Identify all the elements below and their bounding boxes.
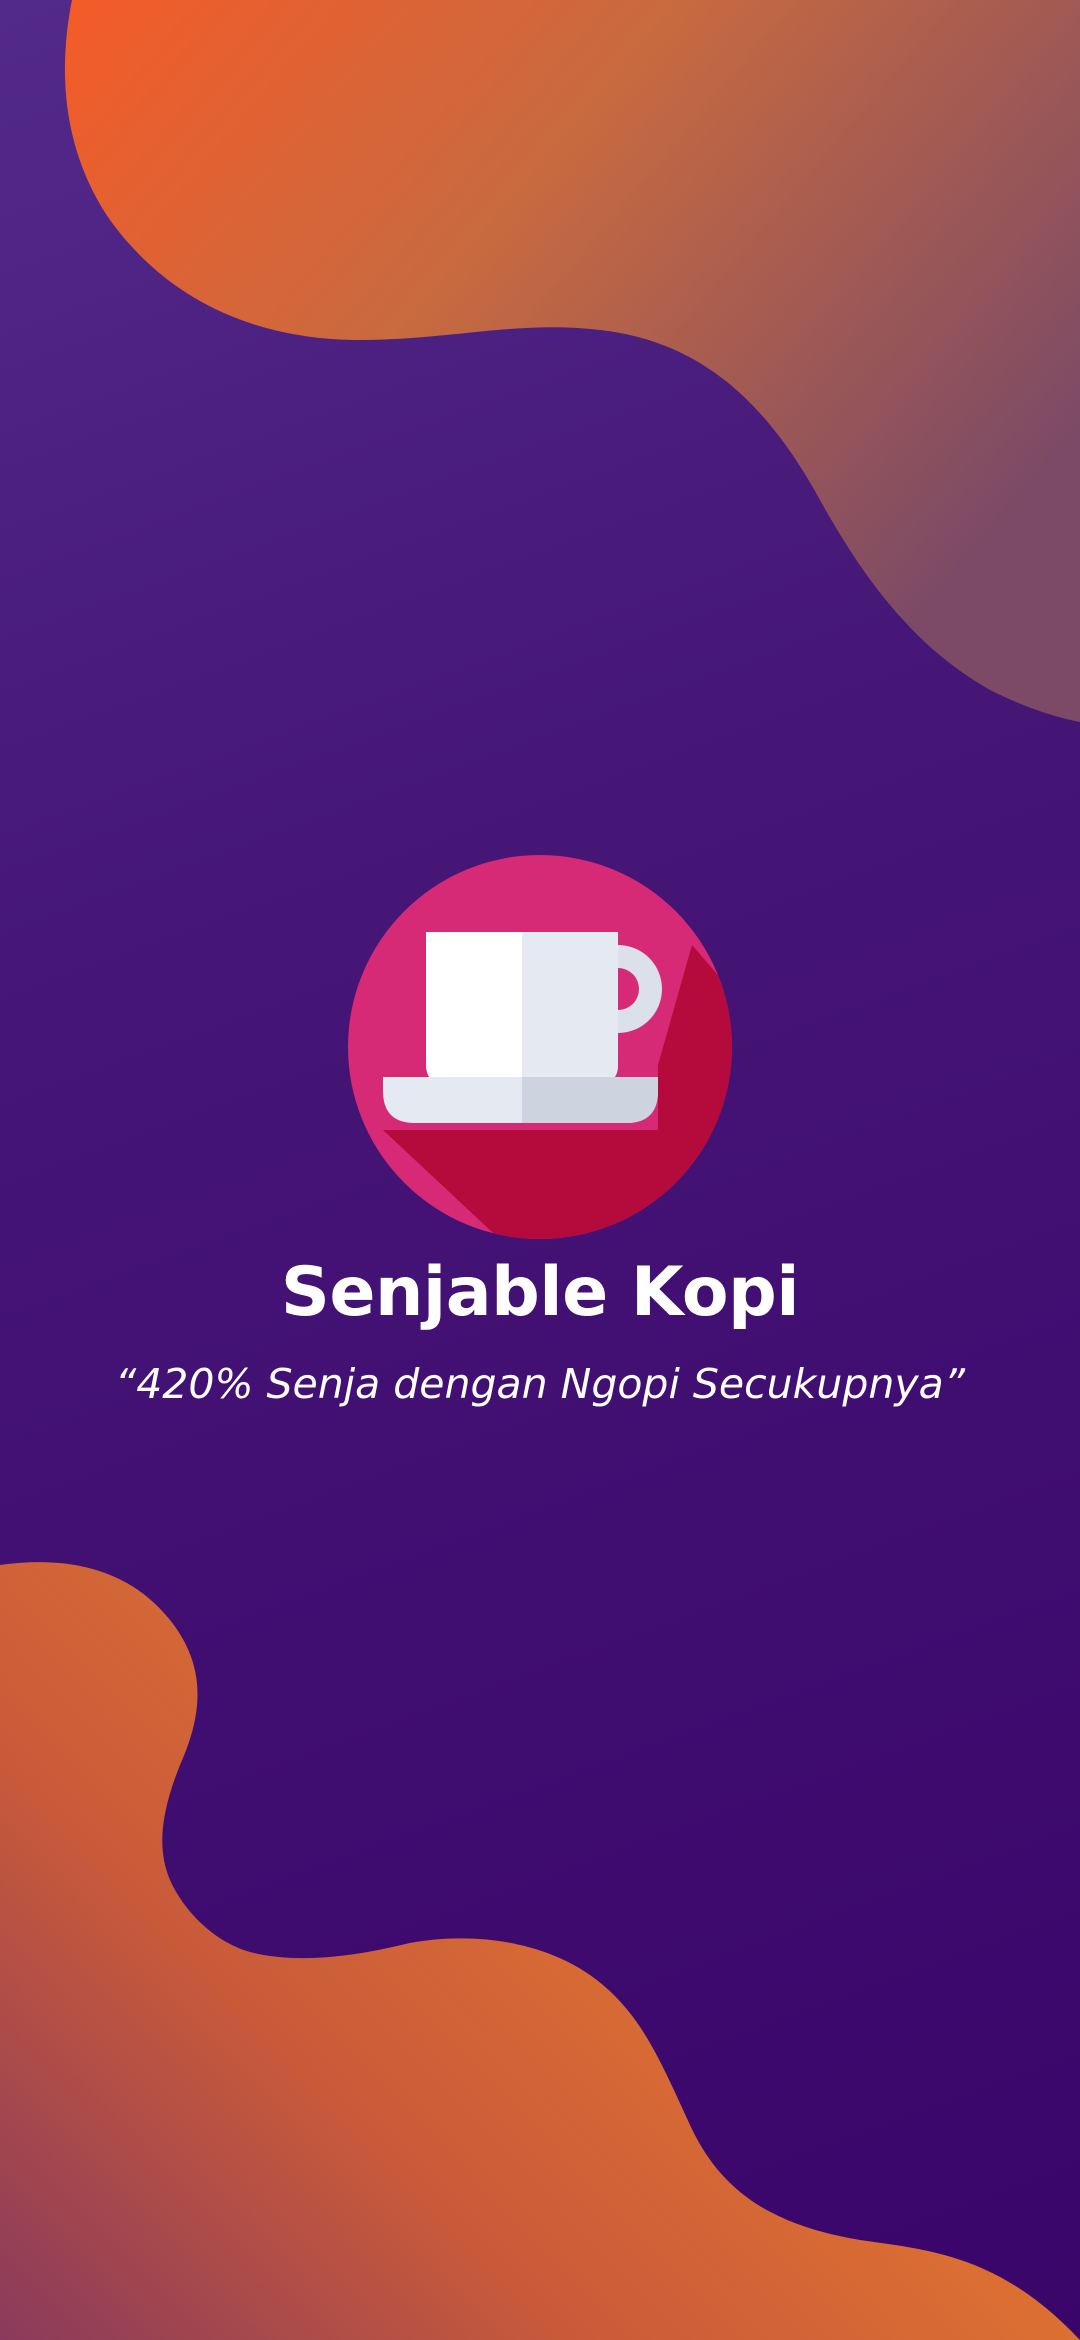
coffee-cup-icon [348, 855, 732, 1239]
app-tagline: “420% Senja dengan Ngopi Secukupnya” [114, 1360, 966, 1408]
splash-screen: Senjable Kopi “420% Senja dengan Ngopi S… [0, 0, 1080, 2340]
app-title: Senjable Kopi [280, 1253, 800, 1332]
